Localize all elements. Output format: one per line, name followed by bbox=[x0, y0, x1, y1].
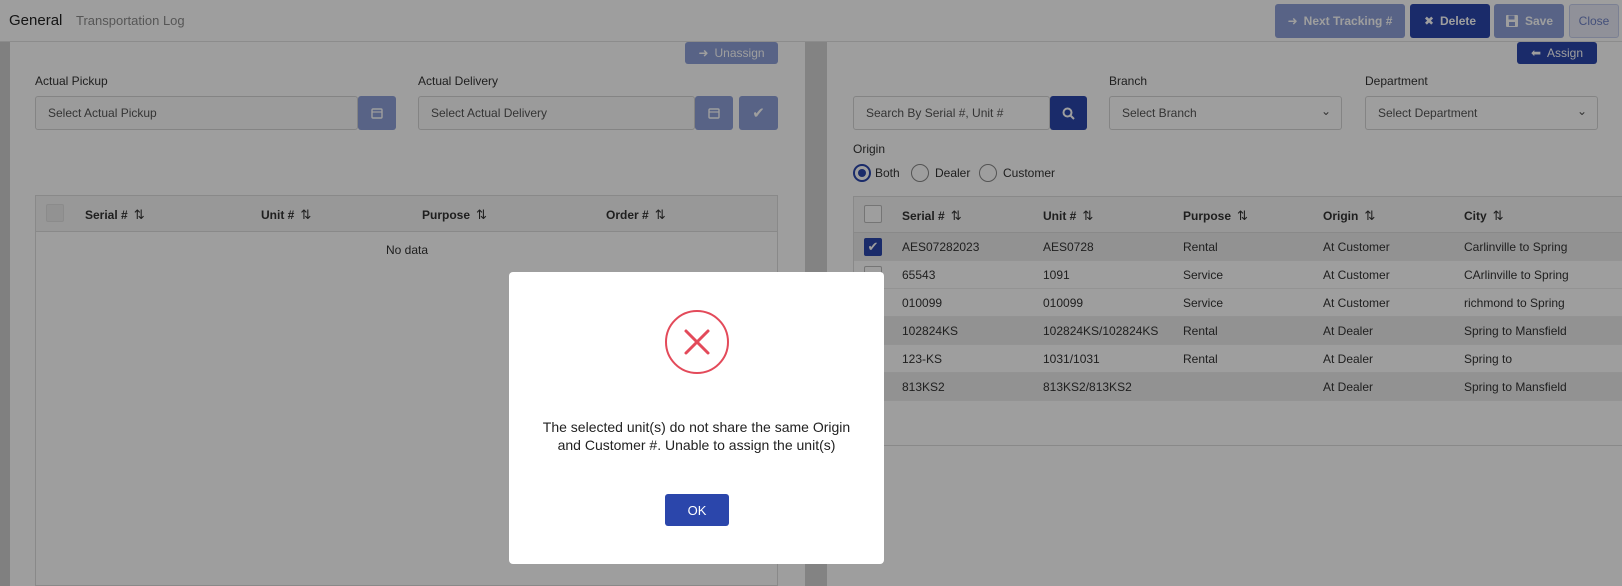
error-icon bbox=[665, 310, 729, 374]
ok-button[interactable]: OK bbox=[665, 494, 729, 526]
error-dialog: The selected unit(s) do not share the sa… bbox=[509, 272, 884, 564]
dialog-message: The selected unit(s) do not share the sa… bbox=[542, 419, 851, 453]
